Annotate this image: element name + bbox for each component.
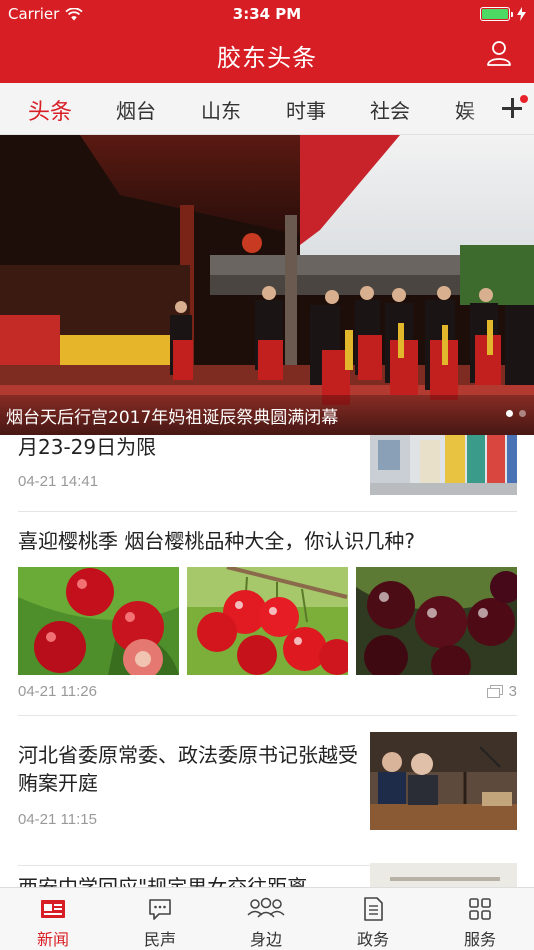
banner-caption-bar: 烟台天后行宫2017年妈祖诞辰祭典圆满闭幕	[0, 395, 534, 435]
nav-government-label: 政务	[356, 930, 389, 949]
nav-news-label: 新闻	[36, 930, 69, 949]
status-time: 3:34 PM	[232, 5, 302, 23]
tab-yantai[interactable]: 烟台	[116, 95, 156, 124]
status-bar: Carrier 3:34 PM	[0, 0, 534, 28]
carousel-pagination	[506, 410, 526, 417]
news-thumbnail	[370, 732, 517, 830]
tab-society[interactable]: 社会	[370, 95, 410, 124]
nav-services[interactable]: 服务	[427, 888, 533, 950]
add-channel-button[interactable]	[494, 83, 534, 134]
cherry-photo-1	[18, 567, 179, 675]
grid-icon	[469, 898, 491, 920]
people-icon	[247, 897, 285, 918]
charging-icon	[517, 7, 526, 21]
nav-nearby-label: 身边	[249, 930, 282, 949]
nav-services-label: 服务	[463, 930, 496, 949]
news-time: 04-21 14:41	[18, 473, 99, 490]
tab-fade	[464, 83, 494, 134]
nav-voice-label: 民声	[143, 930, 176, 949]
cherry-photo-3	[356, 567, 517, 675]
nav-news[interactable]: 新闻	[0, 888, 106, 950]
banner-caption: 烟台天后行宫2017年妈祖诞辰祭典圆满闭幕	[6, 408, 339, 428]
nav-government[interactable]: 政务	[320, 888, 426, 950]
feed-divider	[18, 511, 517, 512]
app-title: 胶东头条	[217, 44, 317, 72]
document-icon	[364, 897, 383, 921]
banner-image	[0, 135, 534, 435]
newspaper-icon	[41, 900, 65, 918]
cherry-photo-2	[187, 567, 348, 675]
news-title: 喜迎樱桃季 烟台樱桃品种大全，你认识几种?	[18, 529, 415, 553]
nav-nearby[interactable]: 身边	[213, 888, 319, 950]
carousel-dot-active	[506, 410, 513, 417]
carousel-dot	[519, 410, 526, 417]
news-feed: 月23-29日为限 04-21 14:41 喜迎樱桃季 烟台樱桃品种大全，你认识…	[0, 435, 534, 887]
feed-divider	[18, 715, 517, 716]
nav-voice[interactable]: 民声	[107, 888, 213, 950]
news-title: 河北省委原常委、政法委原书记张越受贿案开庭	[18, 743, 358, 795]
news-thumbnail	[370, 863, 517, 887]
tab-shandong[interactable]: 山东	[201, 95, 241, 124]
battery-icon	[480, 7, 526, 21]
banner-carousel[interactable]: 烟台天后行宫2017年妈祖诞辰祭典圆满闭幕	[0, 135, 534, 435]
chat-bubble-icon	[149, 899, 171, 920]
news-title: 西安中学回应"规定男女交往距离	[18, 875, 308, 887]
bottom-tab-bar: 新闻 民声 身边 政务 服务	[0, 887, 534, 950]
news-time: 04-21 11:26	[18, 683, 97, 700]
image-count: 3	[486, 683, 517, 700]
user-profile-icon[interactable]	[486, 40, 512, 66]
notification-dot	[520, 95, 528, 103]
tab-current-affairs[interactable]: 时事	[286, 95, 326, 124]
app-header: 胶东头条	[0, 28, 534, 83]
tab-headlines[interactable]: 头条	[28, 94, 72, 126]
gallery-icon	[486, 685, 503, 698]
news-thumbnail	[370, 435, 517, 495]
image-count-label: 3	[508, 683, 517, 700]
category-tabs: 头条 烟台 山东 时事 社会 娱	[0, 83, 534, 135]
news-time: 04-21 11:15	[18, 811, 97, 828]
